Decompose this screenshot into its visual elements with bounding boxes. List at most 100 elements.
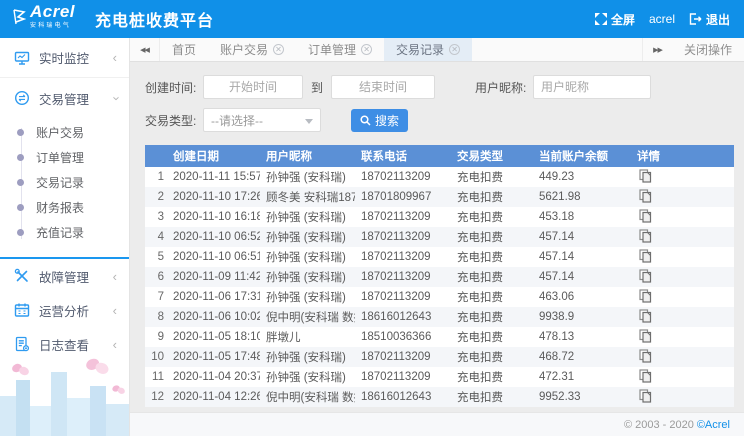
detail-icon[interactable] (639, 369, 652, 386)
cell-detail (631, 327, 734, 347)
cell-index: 9 (145, 327, 167, 347)
logo-flag-icon (12, 9, 26, 30)
sidebar-group-label: 故障管理 (39, 267, 89, 286)
username[interactable]: acrel (649, 12, 675, 26)
monitor-icon (14, 50, 30, 66)
sidebar-item-financial-reports[interactable]: 财务报表 (0, 195, 129, 220)
scroll-tabs-left-button[interactable]: ◀◀ (130, 38, 160, 61)
sidebar-group-fault-management[interactable]: 故障管理‹ (0, 259, 129, 293)
transaction-type-label: 交易类型: (145, 112, 203, 129)
cell-phone: 18702113209 (355, 247, 451, 267)
cell-balance: 5621.98 (533, 187, 631, 207)
sidebar-group-realtime-monitor[interactable]: 实时监控‹ (0, 38, 129, 78)
sidebar-group-label: 日志查看 (39, 335, 89, 354)
acrel-link[interactable]: ©Acrel (697, 419, 730, 431)
table-row: 72020-11-06 17:31:29孙钟强 (安科瑞)18702113209… (145, 287, 734, 307)
sidebar-item-account-transactions[interactable]: 账户交易 (0, 120, 129, 145)
fullscreen-button[interactable]: 全屏 (595, 11, 635, 28)
cell-balance: 9938.9 (533, 307, 631, 327)
cell-balance: 457.14 (533, 247, 631, 267)
cell-balance: 9952.33 (533, 387, 631, 407)
acrel-logo: Acrel 安科瑞电气 (12, 4, 75, 34)
cell-nickname: 孙钟强 (安科瑞) (260, 287, 355, 307)
logout-button[interactable]: 退出 (689, 11, 730, 28)
sidebar-item-order-management[interactable]: 订单管理 (0, 145, 129, 170)
cell-date: 2020-11-04 12:26:31 (167, 387, 260, 407)
sidebar-item-transaction-records[interactable]: 交易记录 (0, 170, 129, 195)
sidebar-group-label: 运营分析 (39, 301, 89, 320)
bullet-icon (17, 154, 24, 161)
cell-nickname: 孙钟强 (安科瑞) (260, 227, 355, 247)
bullet-icon (17, 229, 24, 236)
detail-icon[interactable] (639, 189, 652, 206)
transactions-table: 创建日期用户昵称联系电话交易类型当前账户余额详情 12020-11-11 15:… (145, 145, 734, 407)
end-time-input[interactable] (331, 75, 435, 99)
cell-balance: 478.13 (533, 327, 631, 347)
filter-panel: 创建时间: 到 用户昵称: 交易类型: --请选择-- (145, 75, 734, 132)
detail-icon[interactable] (639, 309, 652, 326)
detail-icon[interactable] (639, 389, 652, 406)
detail-icon[interactable] (639, 249, 652, 266)
table-row: 112020-11-04 20:37:02孙钟强 (安科瑞)1870211320… (145, 367, 734, 387)
close-icon[interactable]: ✕ (449, 44, 460, 55)
cell-detail (631, 207, 734, 227)
decor-building (16, 380, 30, 436)
butterfly-icon (12, 362, 30, 378)
cell-type: 充电扣费 (451, 307, 533, 327)
tab-transaction-records[interactable]: 交易记录✕ (384, 38, 472, 61)
cell-date: 2020-11-10 17:26:11 (167, 187, 260, 207)
cell-phone: 18702113209 (355, 227, 451, 247)
detail-icon[interactable] (639, 229, 652, 246)
cell-detail (631, 307, 734, 327)
tab-order-management[interactable]: 订单管理✕ (296, 38, 384, 61)
detail-icon[interactable] (639, 169, 652, 186)
table-row: 122020-11-04 12:26:31倪中明(安科瑞 数据部)1186160… (145, 387, 734, 407)
cell-nickname: 顾冬美 安科瑞1870180 (260, 187, 355, 207)
sidebar-item-recharge-records[interactable]: 充值记录 (0, 220, 129, 245)
sidebar-group-transaction-management[interactable]: 交易管理‹ (0, 78, 129, 118)
sidebar-menu: 实时监控‹交易管理‹账户交易订单管理交易记录财务报表充值记录故障管理‹运营分析‹… (0, 38, 129, 361)
tab-account-transactions[interactable]: 账户交易✕ (208, 38, 296, 61)
nickname-input[interactable] (533, 75, 651, 99)
sidebar-group-operation-analysis[interactable]: 运营分析 ‹ (0, 293, 129, 327)
cell-type: 充电扣费 (451, 207, 533, 227)
chevron-icon: ‹ (113, 304, 117, 317)
scroll-tabs-right-button[interactable]: ▶▶ (642, 38, 672, 61)
transaction-type-select[interactable]: --请选择-- (203, 108, 321, 132)
cell-balance: 453.18 (533, 207, 631, 227)
detail-icon[interactable] (639, 349, 652, 366)
cell-nickname: 胖墩儿 (260, 327, 355, 347)
cell-type: 充电扣费 (451, 167, 533, 187)
cell-balance: 463.06 (533, 287, 631, 307)
cell-detail (631, 347, 734, 367)
close-operations-button[interactable]: 关闭操作 (672, 38, 744, 61)
chevron-icon: ‹ (113, 338, 117, 351)
decor-building (51, 372, 67, 436)
sidebar-decoration (0, 356, 129, 436)
cell-phone: 18702113209 (355, 207, 451, 227)
cell-date: 2020-11-11 15:57:23 (167, 167, 260, 187)
logout-icon (689, 13, 702, 25)
nickname-label: 用户昵称: (475, 79, 533, 96)
cell-type: 充电扣费 (451, 267, 533, 287)
table-row: 32020-11-10 16:18:58孙钟强 (安科瑞)18702113209… (145, 207, 734, 227)
close-icon[interactable]: ✕ (273, 44, 284, 55)
cell-phone: 18702113209 (355, 167, 451, 187)
tab-home[interactable]: 首页 (160, 38, 208, 61)
start-time-input[interactable] (203, 75, 303, 99)
detail-icon[interactable] (639, 209, 652, 226)
detail-icon[interactable] (639, 269, 652, 286)
cell-index: 1 (145, 167, 167, 187)
column-header-2: 联系电话 (355, 145, 451, 167)
detail-icon[interactable] (639, 329, 652, 346)
search-button[interactable]: 搜索 (351, 109, 408, 132)
close-icon[interactable]: ✕ (361, 44, 372, 55)
table-header-row: 创建日期用户昵称联系电话交易类型当前账户余额详情 (145, 145, 734, 167)
detail-icon[interactable] (639, 289, 652, 306)
bullet-icon (17, 129, 24, 136)
table-row: 42020-11-10 06:52:59孙钟强 (安科瑞)18702113209… (145, 227, 734, 247)
cell-index: 3 (145, 207, 167, 227)
fault-icon (14, 268, 30, 284)
sidebar-group-log-viewer[interactable]: 日志查看 ‹ (0, 327, 129, 361)
table-row: 62020-11-09 11:42:24孙钟强 (安科瑞)18702113209… (145, 267, 734, 287)
